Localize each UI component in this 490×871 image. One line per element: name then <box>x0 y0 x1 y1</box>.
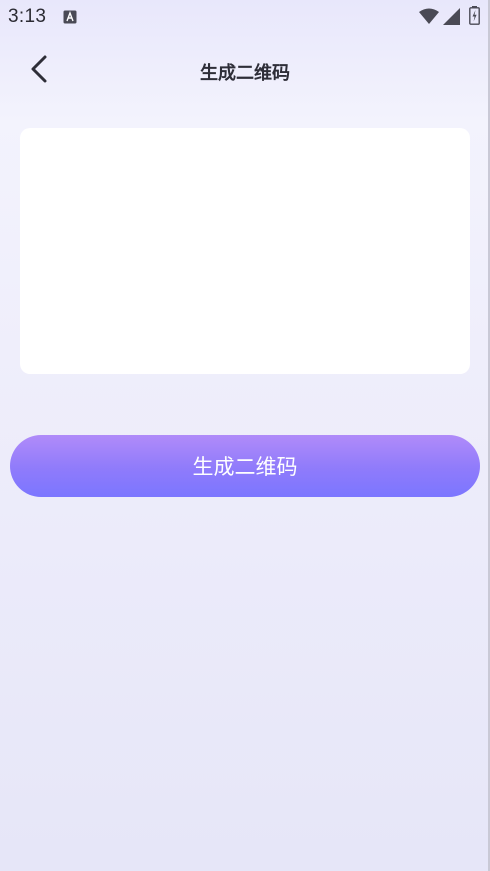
status-bar: 3:13 <box>0 0 490 34</box>
page-title: 生成二维码 <box>200 63 290 84</box>
notification-a-icon <box>63 9 77 24</box>
generate-qr-button[interactable]: 生成二维码 <box>10 435 480 497</box>
qr-content-input[interactable] <box>20 128 470 374</box>
wifi-icon <box>419 8 439 25</box>
qr-content-input-card <box>20 128 470 374</box>
nav-bar: 生成二维码 <box>0 40 490 100</box>
status-time: 3:13 <box>8 6 47 27</box>
generate-qr-label: 生成二维码 <box>192 455 298 479</box>
signal-icon <box>443 8 460 25</box>
battery-icon <box>469 6 480 25</box>
